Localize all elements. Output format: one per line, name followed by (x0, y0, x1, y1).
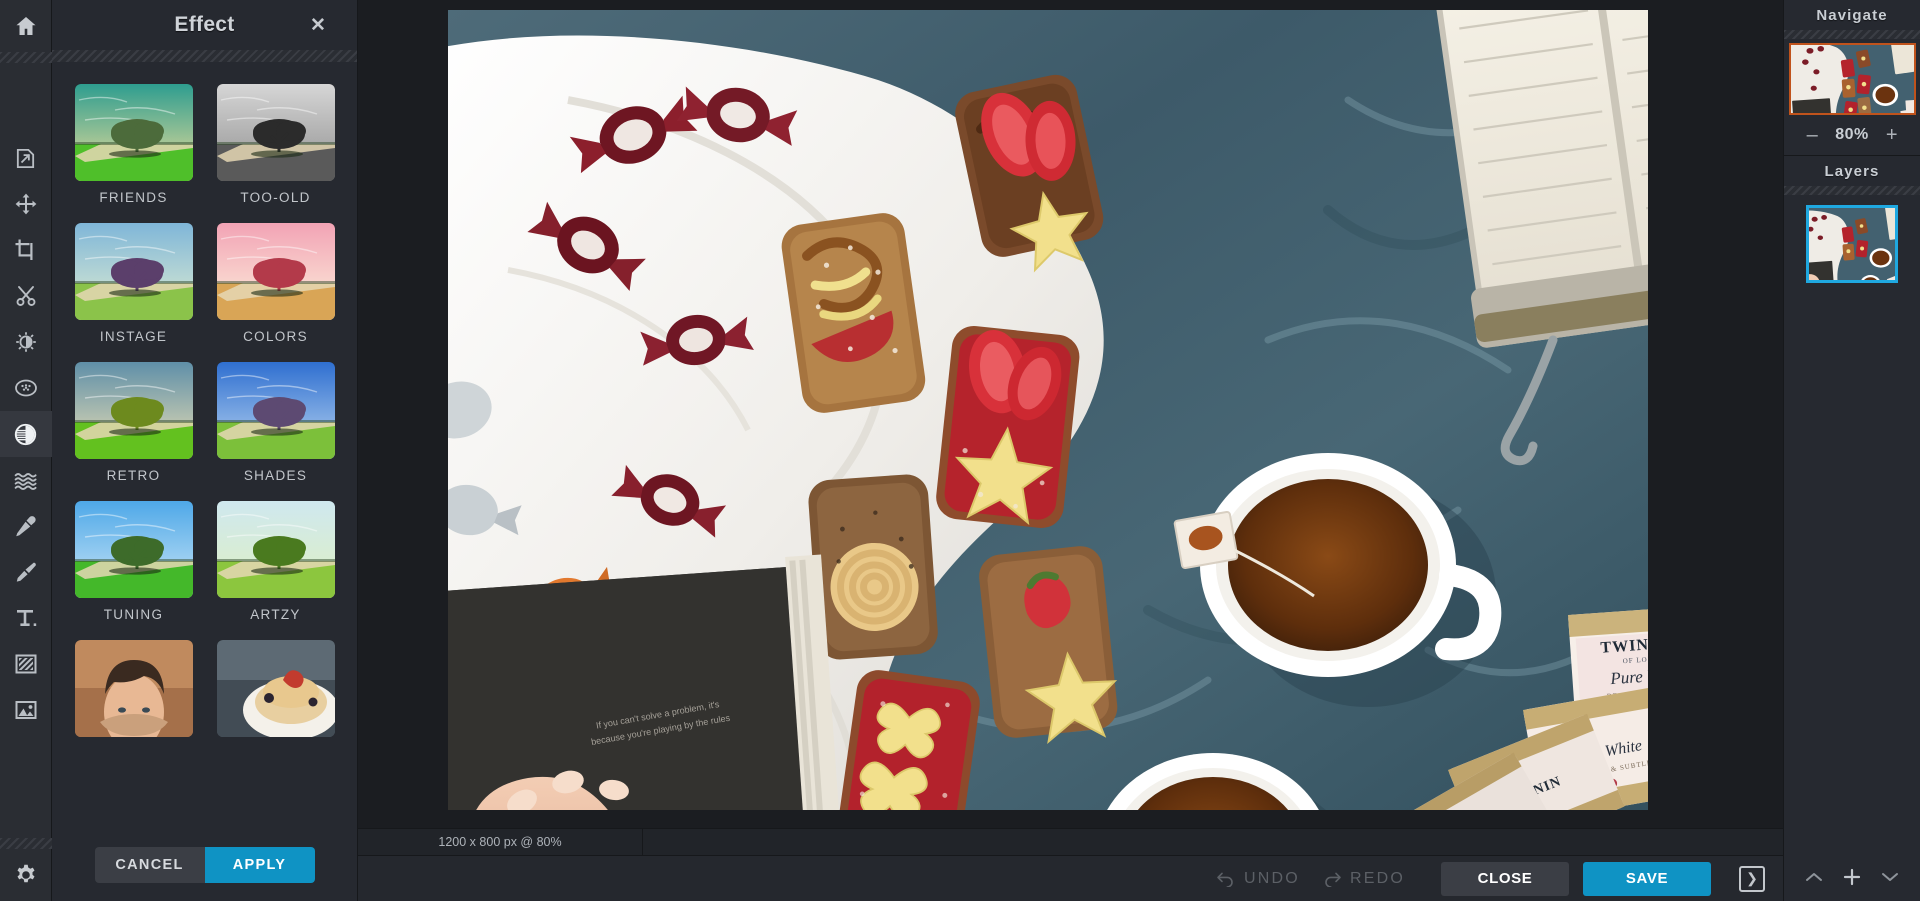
layer-list (1784, 195, 1920, 859)
zoom-controls: – 80% + (1784, 115, 1920, 155)
layers-divider (1784, 186, 1920, 195)
effect-item[interactable]: TOO-OLD (216, 84, 335, 205)
effect-label: FRIENDS (99, 190, 168, 205)
zoom-out-button[interactable]: – (1805, 125, 1819, 145)
effect-item[interactable]: FRIENDS (74, 84, 193, 205)
layer-add-icon[interactable] (1843, 868, 1861, 886)
effect-item[interactable] (74, 640, 193, 746)
effect-thumbnail[interactable] (216, 84, 335, 181)
expand-panel-button[interactable]: ❯ (1739, 865, 1765, 892)
effect-thumbnail[interactable] (74, 362, 193, 459)
effect-thumbnail[interactable] (216, 362, 335, 459)
effect-panel-header: Effect ✕ (52, 0, 357, 50)
crop-icon[interactable] (0, 227, 52, 273)
effect-thumbnail[interactable] (74, 84, 193, 181)
denoise-icon[interactable] (0, 365, 52, 411)
navigate-title: Navigate (1816, 6, 1888, 24)
toolbar-divider (0, 52, 52, 63)
effect-panel-footer: CANCEL APPLY (52, 829, 357, 901)
layer-tools (1784, 859, 1920, 901)
image-dimensions-label: 1200 x 800 px @ 80% (358, 828, 643, 856)
navigator-thumbnail[interactable] (1789, 43, 1916, 115)
effect-label: INSTAGE (99, 329, 168, 344)
left-toolbar (0, 0, 52, 901)
effect-thumbnail[interactable] (216, 640, 335, 737)
undo-button[interactable]: UNDO (1216, 870, 1300, 888)
apply-button[interactable]: APPLY (204, 847, 315, 883)
list-item[interactable] (1806, 205, 1898, 283)
resize-icon[interactable] (0, 135, 52, 181)
brush-icon[interactable] (0, 549, 52, 595)
effect-item[interactable]: ARTZY (216, 501, 335, 622)
undo-icon (1217, 872, 1233, 887)
redo-label: REDO (1349, 869, 1405, 887)
effect-item[interactable]: INSTAGE (74, 223, 193, 344)
navigator-thumbnail-wrap (1784, 39, 1920, 115)
bottom-action-bar: UNDO REDO CLOSE SAVE ❯ (358, 856, 1783, 901)
effect-item[interactable]: TUNING (74, 501, 193, 622)
close-icon[interactable]: ✕ (305, 12, 331, 38)
undo-label: UNDO (1244, 869, 1300, 887)
cancel-button[interactable]: CANCEL (94, 847, 205, 883)
pattern-icon[interactable] (0, 641, 52, 687)
effect-grid: FRIENDS TOO-OLD INSTAGE COLORS RETRO SHA… (52, 84, 357, 758)
toolbar-divider-bottom (0, 838, 52, 849)
effect-thumbnail[interactable] (216, 223, 335, 320)
right-panel: Navigate – 80% + Layers (1783, 0, 1920, 901)
effect-item[interactable] (216, 640, 335, 746)
effect-thumbnail[interactable] (74, 501, 193, 598)
effect-label: TOO-OLD (240, 190, 311, 205)
canvas-viewport[interactable]: TWININGS Pure White (358, 0, 1783, 813)
effect-panel-title: Effect (174, 13, 235, 36)
text-icon[interactable] (0, 595, 52, 641)
move-icon[interactable] (0, 181, 52, 227)
effect-label: RETRO (106, 468, 161, 483)
effect-thumbnail[interactable] (74, 223, 193, 320)
effect-label: TUNING (103, 607, 164, 622)
status-bar-filler (643, 828, 1783, 856)
redo-button[interactable]: REDO (1322, 870, 1405, 888)
layer-up-icon[interactable] (1805, 871, 1823, 883)
save-button[interactable]: SAVE (1583, 861, 1711, 896)
layer-down-icon[interactable] (1881, 871, 1899, 883)
effect-label: COLORS (243, 329, 308, 344)
effect-item[interactable]: SHADES (216, 362, 335, 483)
effect-panel-divider (52, 50, 357, 62)
effect-thumbnail[interactable] (216, 501, 335, 598)
home-icon[interactable] (0, 0, 52, 52)
effect-label: SHADES (243, 468, 308, 483)
redo-icon (1325, 872, 1341, 887)
settings-icon[interactable] (0, 849, 52, 901)
canvas-area: TWININGS Pure White (358, 0, 1783, 901)
layers-title: Layers (1824, 162, 1880, 180)
effect-thumbnail[interactable] (74, 640, 193, 737)
status-bar: 1200 x 800 px @ 80% (358, 828, 1783, 856)
navigate-divider (1784, 30, 1920, 39)
effect-item[interactable]: COLORS (216, 223, 335, 344)
toolbar-bottom (0, 838, 52, 901)
effect-item[interactable]: RETRO (74, 362, 193, 483)
retouch-icon[interactable] (0, 503, 52, 549)
zoom-in-button[interactable]: + (1885, 125, 1899, 145)
image-icon[interactable] (0, 687, 52, 733)
close-button[interactable]: CLOSE (1441, 861, 1569, 896)
cut-icon[interactable] (0, 273, 52, 319)
brightness-icon[interactable] (0, 319, 52, 365)
effects-icon[interactable] (0, 411, 52, 457)
zoom-level-label: 80% (1835, 126, 1869, 143)
liquify-icon[interactable] (0, 457, 52, 503)
effect-list-scroll[interactable]: FRIENDS TOO-OLD INSTAGE COLORS RETRO SHA… (52, 62, 357, 829)
image-editor-app: Effect ✕ FRIENDS TOO-OLD INSTAGE COLORS … (0, 0, 1920, 901)
effect-label: ARTZY (250, 607, 301, 622)
effect-panel: Effect ✕ FRIENDS TOO-OLD INSTAGE COLORS … (52, 0, 358, 901)
edited-image[interactable]: TWININGS Pure White (448, 10, 1648, 810)
